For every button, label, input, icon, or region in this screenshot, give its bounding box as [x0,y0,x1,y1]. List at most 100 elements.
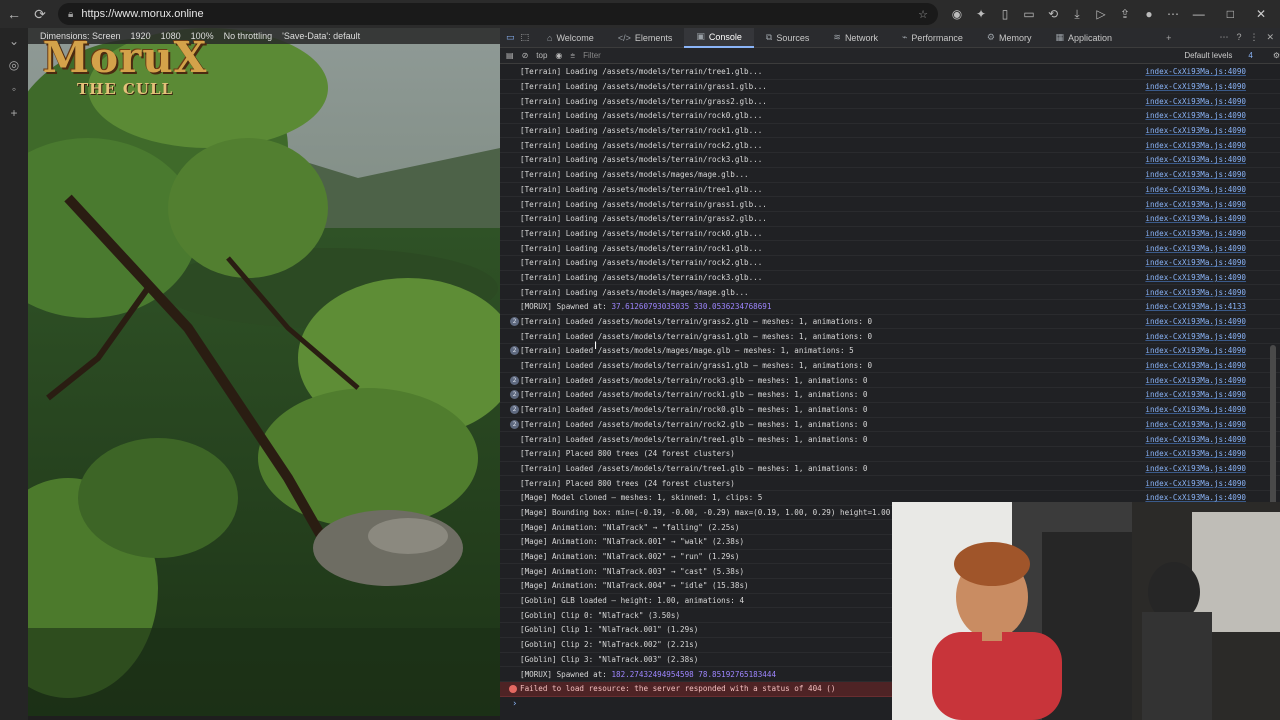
repeat-count-badge: 2 [510,346,519,356]
console-row: [Terrain] Placed 800 trees (24 forest cl… [500,476,1280,491]
source-link[interactable]: index-CxXi93Ma.js:4090 [1145,141,1246,150]
console-row: [Terrain] Loading /assets/models/terrain… [500,212,1280,227]
tabs-icon[interactable]: ▭ [1020,7,1038,21]
console-row: [Terrain] Loading /assets/models/mages/m… [500,285,1280,300]
spawn-coordinates: 182.27432494954598 78.85192765183444 [611,669,777,679]
download-icon[interactable]: ⤓ [1068,7,1086,22]
message-text: [Goblin] GLB loaded — height: 1.00, anim… [520,596,745,606]
tab-welcome[interactable]: ⌂ Welcome [535,28,606,48]
source-link[interactable]: index-CxXi93Ma.js:4090 [1145,214,1246,223]
tab-network[interactable]: ≋ Network [821,28,890,48]
forward-icon[interactable]: ▷ [1092,7,1110,21]
more-icon[interactable]: ⋯ [1164,7,1182,21]
tab-elements[interactable]: </> Elements [606,28,685,48]
history-icon[interactable]: ⟲ [1044,7,1062,21]
sidebar-toggle-icon[interactable]: ▤ [506,51,514,60]
inspect-icon[interactable]: ⬚ [521,32,530,43]
repeat-count-badge: 2 [510,405,519,415]
source-link[interactable]: index-CxXi93Ma.js:4090 [1145,376,1246,385]
devtools-close-icon[interactable]: ✕ [1266,32,1274,43]
add-tab-icon[interactable]: + [1166,33,1171,43]
context-select[interactable]: top [536,51,547,60]
device-toggle-icon[interactable]: ▭ [506,32,515,43]
tab-performance[interactable]: ⌁ Performance [890,28,975,48]
tab-application[interactable]: ▦ Application [1044,28,1125,48]
source-link[interactable]: index-CxXi93Ma.js:4090 [1145,170,1246,179]
eye-icon[interactable]: ◉ [555,51,562,60]
console-message: [Terrain] Loading /assets/models/terrain… [520,97,767,106]
source-link[interactable]: index-CxXi93Ma.js:4090 [1145,258,1246,267]
source-link[interactable]: index-CxXi93Ma.js:4090 [1145,361,1246,370]
help-icon[interactable]: ? [1236,32,1241,43]
issues-badge[interactable]: 4 [1248,51,1252,60]
close-button[interactable]: ✕ [1256,7,1266,21]
favorite-star-icon[interactable]: ☆ [918,8,928,21]
lock-icon: 🔒︎ [68,8,74,20]
source-link[interactable]: index-CxXi93Ma.js:4090 [1145,479,1246,488]
source-link[interactable]: index-CxXi93Ma.js:4090 [1145,332,1246,341]
console-icon: ▣ [696,31,705,41]
settings-gear-icon[interactable]: ⚙ [1273,51,1280,60]
console-message: [Terrain] Loaded /assets/models/terrain/… [520,317,872,326]
source-link[interactable]: index-CxXi93Ma.js:4090 [1145,97,1246,106]
split-icon[interactable]: ▯ [996,7,1014,21]
collapse-icon[interactable]: ⌄ [9,34,19,48]
message-text: [Terrain] Loading /assets/models/terrain… [520,228,763,238]
source-link[interactable]: index-CxXi93Ma.js:4090 [1145,317,1246,326]
clear-console-icon[interactable]: ⊘ [522,51,529,60]
new-tab-icon[interactable]: + [10,106,17,120]
profile-icon[interactable]: ● [1140,7,1158,21]
game-title: MoruX [42,33,208,82]
console-message: [Terrain] Loaded /assets/models/terrain/… [520,420,867,429]
maximize-button[interactable]: □ [1227,7,1234,21]
game-viewport[interactable] [28,28,500,716]
minimize-button[interactable]: — [1193,7,1205,21]
source-link[interactable]: index-CxXi93Ma.js:4090 [1145,449,1246,458]
console-scrollbar[interactable] [1270,65,1276,525]
log-levels-select[interactable]: Default levels [1184,51,1232,60]
source-link[interactable]: index-CxXi93Ma.js:4090 [1145,288,1246,297]
source-link[interactable]: index-CxXi93Ma.js:4090 [1145,200,1246,209]
source-link[interactable]: index-CxXi93Ma.js:4090 [1145,273,1246,282]
source-link[interactable]: index-CxXi93Ma.js:4090 [1145,67,1246,76]
address-bar[interactable]: 🔒︎ https://www.morux.online ☆ [58,3,938,25]
more-tabs-icon[interactable]: ⋯ [1219,32,1228,43]
tab-icon[interactable]: ◦ [12,82,16,96]
source-link[interactable]: index-CxXi93Ma.js:4090 [1145,346,1246,355]
source-link[interactable]: index-CxXi93Ma.js:4090 [1145,229,1246,238]
extension-icon[interactable]: ◉ [948,7,966,21]
source-link[interactable]: index-CxXi93Ma.js:4090 [1145,493,1246,502]
refresh-icon[interactable]: ⟳ [28,2,52,26]
puzzle-icon[interactable]: ✦ [972,7,990,21]
console-row: [Terrain] Loading /assets/models/terrain… [500,197,1280,212]
console-message: [Goblin] GLB loaded — height: 1.00, anim… [520,596,744,605]
filter-input[interactable]: Filter [583,51,601,60]
source-link[interactable]: index-CxXi93Ma.js:4090 [1145,244,1246,253]
source-link[interactable]: index-CxXi93Ma.js:4133 [1145,302,1246,311]
back-icon[interactable]: ← [2,2,26,26]
source-link[interactable]: index-CxXi93Ma.js:4090 [1145,82,1246,91]
console-message: [Terrain] Loading /assets/models/terrain… [520,155,762,164]
share-icon[interactable]: ⇪ [1116,7,1134,21]
source-link[interactable]: index-CxXi93Ma.js:4090 [1145,464,1246,473]
tab-console[interactable]: ▣ Console [684,27,754,48]
globe-icon[interactable]: ◎ [9,58,19,72]
tab-sources[interactable]: ⧉ Sources [754,28,821,48]
console-row: [Terrain] Loading /assets/models/terrain… [500,80,1280,95]
message-text: [Goblin] Clip 2: "NlaTrack.002" (2.21s) [520,640,699,650]
tab-memory[interactable]: ⚙ Memory [975,28,1044,48]
tab-label: Performance [911,32,963,43]
message-text: [Terrain] Loaded /assets/models/terrain/… [520,463,868,473]
source-link[interactable]: index-CxXi93Ma.js:4090 [1145,185,1246,194]
source-link[interactable]: index-CxXi93Ma.js:4090 [1145,390,1246,399]
save-data-select[interactable]: 'Save-Data': default [282,31,360,41]
source-link[interactable]: index-CxXi93Ma.js:4090 [1145,405,1246,414]
source-link[interactable]: index-CxXi93Ma.js:4090 [1145,126,1246,135]
source-link[interactable]: index-CxXi93Ma.js:4090 [1145,420,1246,429]
source-link[interactable]: index-CxXi93Ma.js:4090 [1145,155,1246,164]
source-link[interactable]: index-CxXi93Ma.js:4090 [1145,435,1246,444]
source-link[interactable]: index-CxXi93Ma.js:4090 [1145,111,1246,120]
devtools-menu-icon[interactable]: ⋮ [1249,32,1258,43]
game-logo: MoruX THE CULL [40,33,210,99]
throttling-select[interactable]: No throttling [224,31,273,41]
